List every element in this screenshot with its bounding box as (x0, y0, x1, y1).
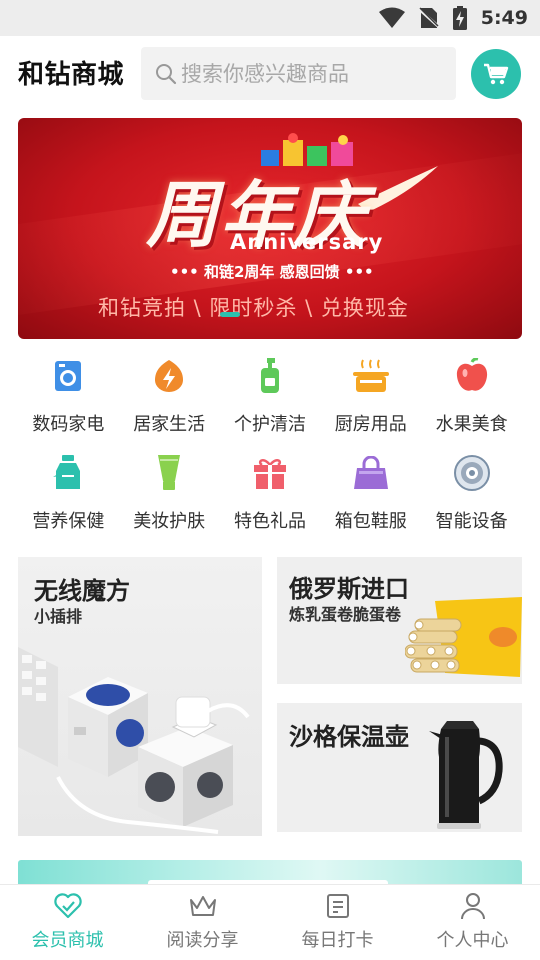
nav-label: 个人中心 (436, 930, 509, 951)
cosmetic-tube-icon (149, 453, 189, 493)
gift-box-icon (250, 453, 290, 493)
crown-icon (188, 891, 218, 921)
category-label: 厨房用品 (334, 414, 407, 435)
wifi-icon (378, 7, 405, 28)
lotion-bottle-icon (250, 356, 290, 396)
banner-english-title: Anniversary (230, 230, 384, 254)
category-health[interactable]: 营养保健 (18, 447, 119, 544)
status-icons: 5:49 (378, 5, 528, 31)
no-sim-icon (418, 7, 439, 29)
cooking-pot-icon (351, 356, 391, 396)
brand-title: 和钻商城 (18, 60, 125, 90)
heart-check-icon (53, 891, 83, 921)
category-label: 个护清洁 (233, 414, 306, 435)
banner-tagline: 和钻竞拍 \ 限时秒杀 \ 兑换现金 (98, 296, 409, 320)
category-label: 居家生活 (133, 414, 206, 435)
search-input[interactable] (181, 61, 451, 86)
promo-subtitle: 炼乳蛋卷脆蛋卷 (289, 605, 402, 624)
cart-icon (484, 63, 509, 85)
carousel-indicator (220, 312, 240, 317)
category-digital[interactable]: 数码家电 (18, 350, 119, 447)
promo-subtitle: 小插排 (34, 607, 83, 626)
banner-subtitle: ••• 和链2周年 感恩回馈 ••• (170, 263, 374, 281)
search-box[interactable] (141, 47, 456, 100)
category-label: 箱包鞋服 (334, 511, 407, 532)
header: 和钻商城 (0, 36, 540, 116)
category-home[interactable]: 居家生活 (119, 350, 220, 447)
promo-title: 沙格保温壶 (289, 723, 409, 751)
nav-label: 会员商城 (31, 930, 104, 951)
promo-card-thermos[interactable]: 沙格保温壶 (277, 703, 522, 832)
bottom-navigation: 会员商城 阅读分享 每日打卡 个人中心 (0, 884, 540, 960)
status-time: 5:49 (480, 7, 528, 29)
category-beauty[interactable]: 美妆护肤 (119, 447, 220, 544)
supplement-bottle-icon (48, 453, 88, 493)
category-label: 数码家电 (32, 414, 105, 435)
nav-daily-checkin[interactable]: 每日打卡 (270, 885, 405, 960)
promo-card-egg-rolls[interactable]: 俄罗斯进口 炼乳蛋卷脆蛋卷 (277, 557, 522, 684)
promo-banner[interactable]: 周年庆 Anniversary ••• 和链2周年 感恩回馈 ••• 和钻竞拍 … (18, 118, 522, 339)
cart-button[interactable] (471, 49, 521, 99)
category-label: 特色礼品 (233, 511, 306, 532)
swoosh-decoration (358, 166, 438, 212)
search-icon (156, 63, 177, 84)
robot-vacuum-icon (452, 453, 492, 493)
category-smart-devices[interactable]: 智能设备 (421, 447, 522, 544)
thermos-image (429, 721, 503, 829)
category-label: 智能设备 (435, 511, 508, 532)
nav-reading-share[interactable]: 阅读分享 (135, 885, 270, 960)
category-bags[interactable]: 箱包鞋服 (320, 447, 421, 544)
notepad-icon (323, 891, 353, 921)
nav-personal-center[interactable]: 个人中心 (405, 885, 540, 960)
power-strip-image (18, 647, 250, 834)
washing-machine-icon (48, 356, 88, 396)
category-kitchen[interactable]: 厨房用品 (320, 350, 421, 447)
egg-rolls-image (405, 597, 522, 677)
category-label: 美妆护肤 (133, 511, 206, 532)
nav-label: 阅读分享 (166, 930, 239, 951)
battery-charging-icon (452, 6, 467, 30)
promo-title: 俄罗斯进口 (289, 575, 409, 603)
category-gifts[interactable]: 特色礼品 (220, 447, 321, 544)
person-icon (458, 891, 488, 921)
category-label: 水果美食 (435, 414, 508, 435)
nav-label: 每日打卡 (301, 930, 374, 951)
apple-icon (452, 356, 492, 396)
promo-title: 无线魔方 (34, 577, 130, 605)
promo-card-power-strip[interactable]: 无线魔方 小插排 (18, 557, 262, 836)
handbag-icon (351, 453, 391, 493)
category-label: 营养保健 (32, 511, 105, 532)
status-bar: 5:49 (0, 0, 540, 36)
nav-member-mall[interactable]: 会员商城 (0, 885, 135, 960)
lightning-bolt-icon (149, 356, 189, 396)
category-food[interactable]: 水果美食 (421, 350, 522, 447)
category-personal-care[interactable]: 个护清洁 (220, 350, 321, 447)
category-grid: 数码家电 居家生活 个护清洁 厨房用品 水果美食 营养保健 美妆护肤 特色礼品 … (18, 350, 522, 544)
